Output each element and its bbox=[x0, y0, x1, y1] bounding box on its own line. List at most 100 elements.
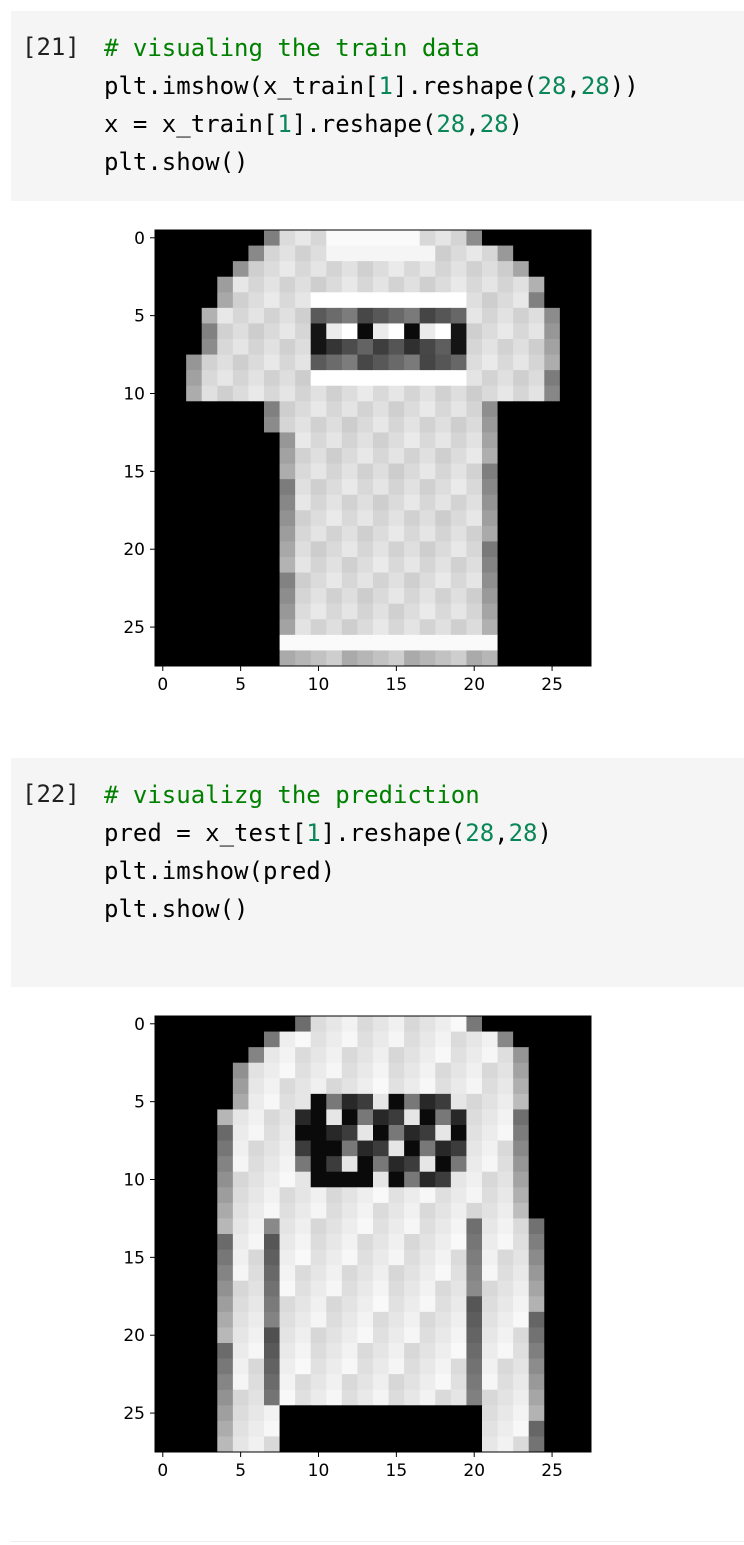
code-number: 28 bbox=[465, 819, 495, 847]
heatmap-pixel bbox=[201, 1031, 218, 1048]
heatmap-pixel bbox=[279, 261, 296, 278]
heatmap-pixel bbox=[497, 1031, 514, 1048]
heatmap-pixel bbox=[559, 1405, 576, 1422]
code-cell-22[interactable]: [22] # visualizg the prediction pred = x_… bbox=[11, 758, 744, 987]
heatmap-pixel bbox=[264, 1327, 281, 1344]
heatmap-pixel bbox=[466, 1436, 483, 1453]
heatmap-pixel bbox=[248, 1093, 265, 1110]
heatmap-pixel bbox=[388, 1296, 405, 1313]
heatmap-pixel bbox=[186, 307, 203, 324]
heatmap-pixel bbox=[357, 245, 374, 262]
heatmap-pixel bbox=[435, 557, 452, 574]
heatmap-pixel bbox=[559, 510, 576, 527]
heatmap-pixel bbox=[575, 323, 592, 340]
heatmap-pixel bbox=[388, 370, 405, 387]
heatmap-pixel bbox=[544, 1031, 561, 1048]
heatmap-pixel bbox=[186, 1047, 203, 1064]
heatmap-pixel bbox=[419, 292, 436, 309]
y-tick-label: 25 bbox=[123, 618, 145, 638]
code-number: 1 bbox=[277, 110, 292, 138]
heatmap-pixel bbox=[186, 619, 203, 636]
heatmap-pixel bbox=[559, 1296, 576, 1313]
heatmap-pixel bbox=[419, 541, 436, 558]
heatmap-pixel bbox=[373, 1234, 390, 1251]
heatmap-pixel bbox=[450, 1140, 467, 1157]
heatmap-pixel bbox=[279, 1436, 296, 1453]
heatmap-pixel bbox=[341, 1374, 358, 1391]
heatmap-pixel bbox=[170, 339, 187, 356]
heatmap-pixel bbox=[419, 385, 436, 402]
heatmap-pixel bbox=[404, 1389, 421, 1406]
heatmap-pixel bbox=[217, 385, 234, 402]
heatmap-pixel bbox=[466, 261, 483, 278]
heatmap-pixel bbox=[373, 1156, 390, 1173]
heatmap-pixel bbox=[388, 323, 405, 340]
heatmap-pixel bbox=[559, 619, 576, 636]
code-editor[interactable]: # visualizg the prediction pred = x_test[… bbox=[104, 780, 552, 932]
heatmap-pixel bbox=[575, 1420, 592, 1437]
heatmap-pixel bbox=[388, 634, 405, 651]
heatmap-pixel bbox=[373, 1047, 390, 1064]
heatmap-pixel bbox=[248, 588, 265, 605]
heatmap-pixel bbox=[388, 588, 405, 605]
heatmap-pixel bbox=[559, 1062, 576, 1079]
heatmap-pixel bbox=[279, 416, 296, 433]
heatmap-pixel bbox=[357, 1265, 374, 1282]
heatmap-pixel bbox=[419, 448, 436, 465]
heatmap-pixel bbox=[264, 432, 281, 449]
heatmap-pixel bbox=[466, 1389, 483, 1406]
heatmap-pixel bbox=[232, 1125, 249, 1142]
heatmap-pixel bbox=[419, 1374, 436, 1391]
heatmap-pixel bbox=[575, 354, 592, 371]
divider bbox=[11, 1541, 744, 1542]
heatmap-pixel bbox=[528, 1343, 545, 1360]
heatmap-pixel bbox=[264, 634, 281, 651]
heatmap-pixel bbox=[186, 1062, 203, 1079]
x-tick-label: 15 bbox=[386, 675, 408, 695]
heatmap-pixel bbox=[295, 1062, 312, 1079]
code-cell-21[interactable]: [21] # visualing the train data plt.imsho… bbox=[11, 11, 744, 201]
heatmap-pixel bbox=[419, 1296, 436, 1313]
heatmap-pixel bbox=[170, 307, 187, 324]
heatmap-pixel bbox=[466, 416, 483, 433]
heatmap-pixel bbox=[248, 603, 265, 620]
heatmap-pixel bbox=[232, 1311, 249, 1328]
heatmap-pixel bbox=[528, 557, 545, 574]
heatmap-pixel bbox=[186, 1358, 203, 1375]
heatmap-pixel bbox=[575, 619, 592, 636]
code-editor[interactable]: # visualing the train data plt.imshow(x_t… bbox=[104, 33, 639, 185]
heatmap-pixel bbox=[559, 261, 576, 278]
heatmap-pixel bbox=[513, 1171, 530, 1188]
heatmap-pixel bbox=[482, 634, 499, 651]
heatmap-pixel bbox=[497, 1265, 514, 1282]
heatmap-pixel bbox=[357, 1405, 374, 1422]
heatmap-pixel bbox=[186, 1265, 203, 1282]
heatmap-pixel bbox=[513, 1374, 530, 1391]
heatmap-pixel bbox=[279, 448, 296, 465]
code-token: plt.imshow(x_train[ bbox=[104, 72, 379, 100]
heatmap-pixel bbox=[528, 494, 545, 511]
heatmap-pixel bbox=[544, 416, 561, 433]
heatmap-pixel bbox=[310, 572, 327, 589]
heatmap-pixel bbox=[482, 463, 499, 480]
heatmap-pixel bbox=[450, 1016, 467, 1033]
heatmap-pixel bbox=[466, 448, 483, 465]
code-token: , bbox=[465, 110, 480, 138]
heatmap-pixel bbox=[341, 276, 358, 293]
heatmap-pixel bbox=[513, 230, 530, 247]
heatmap-pixel bbox=[373, 1436, 390, 1453]
heatmap-pixel bbox=[264, 1016, 281, 1033]
heatmap-pixel bbox=[544, 1187, 561, 1204]
heatmap-pixel bbox=[232, 1265, 249, 1282]
heatmap-pixel bbox=[264, 1202, 281, 1219]
heatmap-pixel bbox=[559, 588, 576, 605]
heatmap-pixel bbox=[170, 323, 187, 340]
heatmap-pixel bbox=[559, 1420, 576, 1437]
heatmap-pixel bbox=[201, 1420, 218, 1437]
heatmap-pixel bbox=[419, 634, 436, 651]
heatmap-pixel bbox=[373, 307, 390, 324]
heatmap-pixel bbox=[482, 1249, 499, 1266]
heatmap-pixel bbox=[248, 494, 265, 511]
heatmap-pixel bbox=[264, 354, 281, 371]
heatmap-pixel bbox=[295, 1420, 312, 1437]
